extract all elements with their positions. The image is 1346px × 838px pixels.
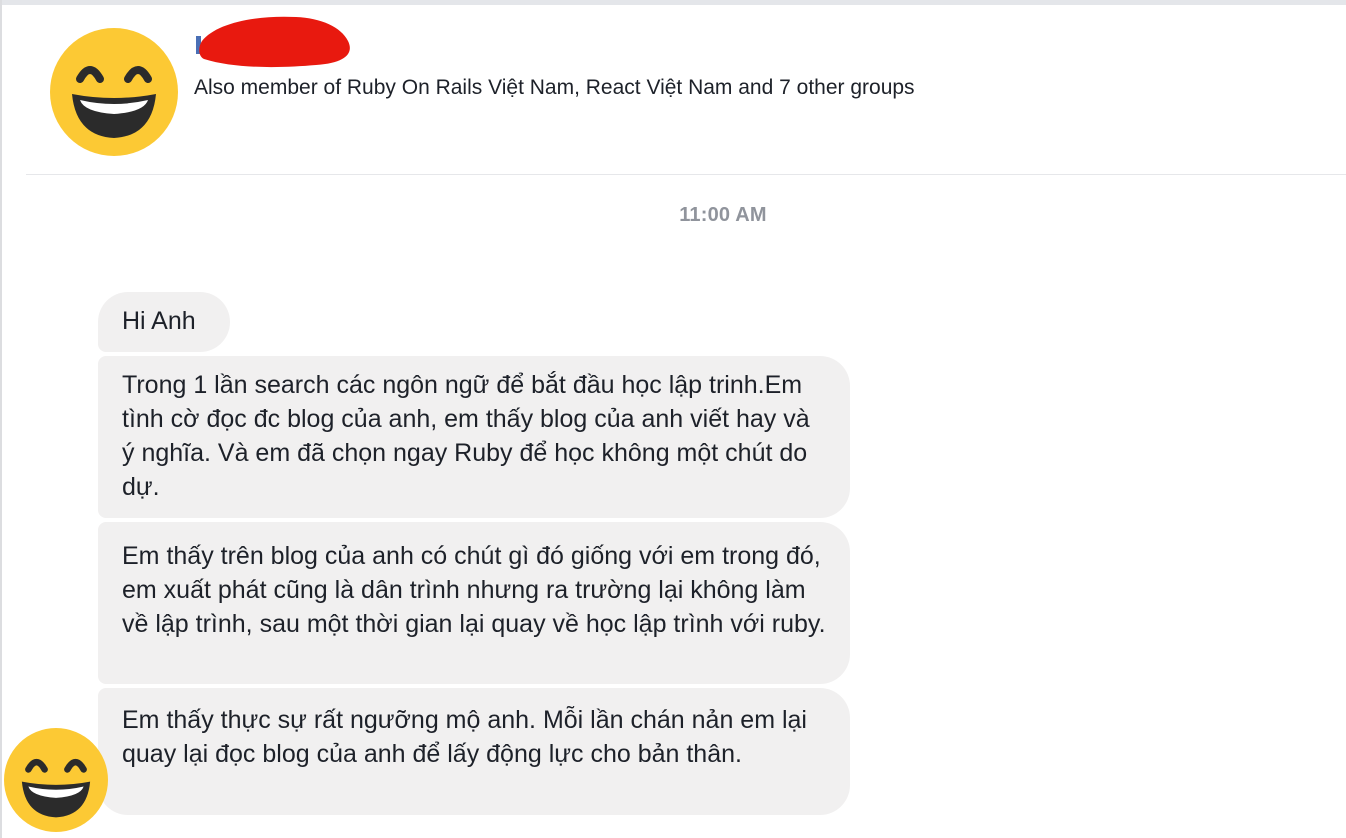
redacted-name-scribble [196, 16, 350, 68]
header-divider [26, 174, 1346, 175]
sender-avatar-grinning-face-icon[interactable] [4, 728, 108, 832]
message-bubble-3[interactable]: Em thấy trên blog của anh có chút gì đó … [98, 522, 850, 684]
message-bubble-4[interactable]: Em thấy thực sự rất ngưỡng mộ anh. Mỗi l… [98, 688, 850, 815]
message-timestamp: 11:00 AM [679, 204, 767, 226]
window-left-border [0, 0, 2, 838]
group-membership-text: Also member of Ruby On Rails Việt Nam, R… [194, 76, 915, 99]
window-top-border [0, 0, 1346, 5]
message-bubble-1[interactable]: Hi Anh [98, 292, 230, 352]
profile-avatar-grinning-face-icon[interactable] [50, 28, 178, 156]
message-bubble-2[interactable]: Trong 1 lần search các ngôn ngữ để bắt đ… [98, 356, 850, 518]
